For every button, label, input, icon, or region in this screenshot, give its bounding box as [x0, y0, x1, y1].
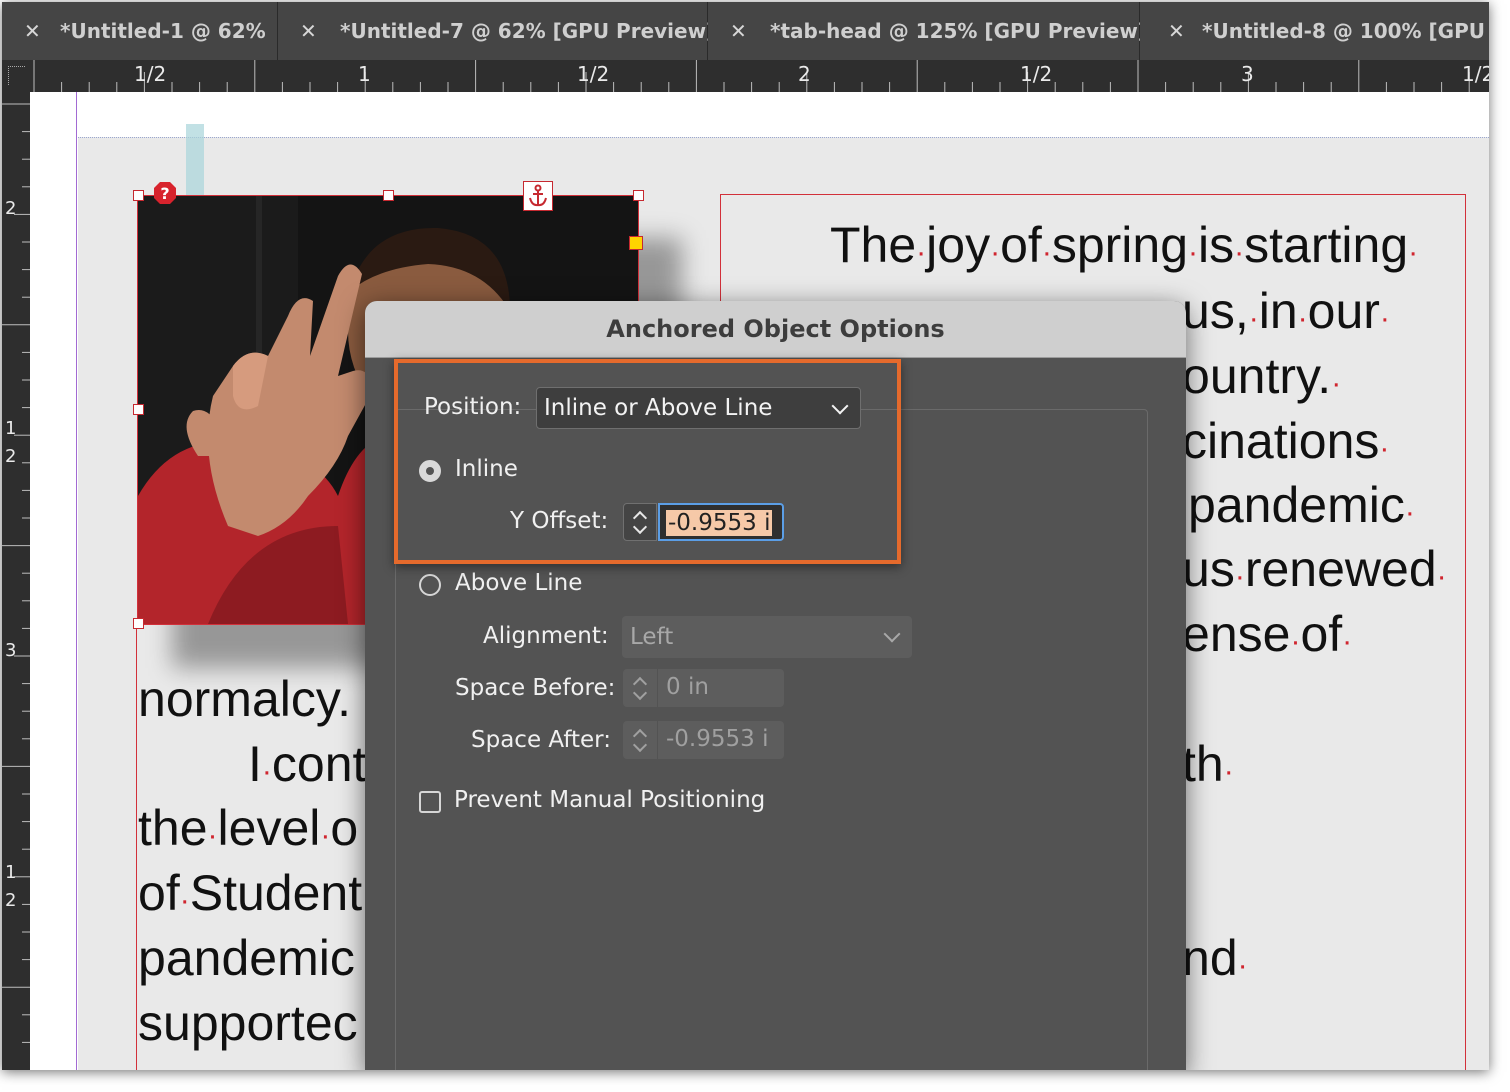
chevron-down-icon[interactable]	[632, 519, 648, 535]
close-icon[interactable]: ✕	[730, 2, 747, 60]
text-line: supportec	[138, 995, 358, 1051]
text-line: of·Student	[138, 865, 363, 921]
close-icon[interactable]: ✕	[24, 2, 41, 60]
tab-label: *tab-head @ 125% [GPU Preview]	[770, 19, 1148, 43]
inline-radio[interactable]	[419, 460, 441, 482]
ruler-label: 2	[798, 62, 811, 86]
prevent-manual-positioning-checkbox[interactable]	[419, 791, 441, 813]
text-line: pandemic	[138, 930, 355, 986]
text-line: us,·in·our·	[1182, 283, 1390, 339]
chevron-down-icon[interactable]	[632, 685, 648, 701]
document-tab[interactable]: ✕ *Untitled-1 @ 62%	[2, 2, 278, 60]
horizontal-ruler[interactable]: 1/2 1 1/2 2 1/2 3 1/2	[32, 60, 1489, 93]
space-before-label: Space Before:	[455, 675, 616, 701]
ruler-label: 1/2	[1020, 62, 1053, 86]
resize-handle[interactable]	[133, 404, 144, 415]
space-after-input[interactable]: -0.9553 i	[658, 721, 784, 759]
text-line: cinations·	[1182, 413, 1390, 469]
tab-label: *Untitled-8 @ 100% [GPU Preview]	[1202, 19, 1489, 43]
text-line: ense·of·	[1182, 606, 1353, 662]
alignment-dropdown[interactable]: Left	[622, 616, 912, 658]
ruler-label: 2	[5, 198, 17, 219]
y-offset-value: -0.9553 i	[666, 510, 773, 536]
app-window: ✕ *Untitled-1 @ 62% ✕ *Untitled-7 @ 62% …	[2, 2, 1489, 1070]
ruler-label: 1/2	[134, 62, 167, 86]
resize-handle[interactable]	[633, 190, 644, 201]
text-line: pandemic·	[1188, 477, 1415, 533]
ruler-label: 1/2	[1462, 62, 1489, 86]
document-tab[interactable]: ✕ *Untitled-7 @ 62% [GPU Preview]	[278, 2, 715, 60]
ruler-label: 3	[1241, 62, 1254, 86]
y-offset-label: Y Offset:	[510, 508, 609, 534]
live-corner-handle[interactable]	[629, 236, 643, 250]
tab-label: *Untitled-1 @ 62%	[60, 19, 266, 43]
text-line: ountry.·	[1182, 348, 1342, 404]
space-before-stepper[interactable]	[623, 669, 657, 707]
ruler-ticks	[33, 60, 1470, 92]
page-edge-guide	[76, 92, 77, 1070]
text-line: normalcy.	[138, 671, 352, 727]
space-after-label: Space After:	[471, 727, 611, 753]
resize-handle[interactable]	[383, 190, 394, 201]
document-tab[interactable]: ✕ *Untitled-8 @ 100% [GPU Preview]	[1140, 2, 1489, 60]
ruler-label: 2	[5, 890, 17, 911]
text-line: the·level·o	[138, 800, 359, 856]
ruler-origin[interactable]	[2, 60, 32, 92]
tab-label: *Untitled-7 @ 62% [GPU Preview]	[340, 19, 716, 43]
chevron-down-icon[interactable]	[632, 737, 648, 753]
resize-handle[interactable]	[133, 618, 144, 629]
space-before-input[interactable]: 0 in	[658, 669, 784, 707]
space-after-stepper[interactable]	[623, 721, 657, 759]
above-line-radio[interactable]	[419, 574, 441, 596]
anchor-icon[interactable]	[523, 181, 553, 211]
ruler-label: 1	[5, 418, 17, 439]
position-label: Position:	[424, 394, 522, 420]
alignment-dropdown-value: Left	[630, 624, 674, 650]
question-icon[interactable]: ?	[153, 181, 177, 205]
dialog-title: Anchored Object Options	[365, 301, 1186, 358]
resize-handle[interactable]	[133, 190, 144, 201]
inline-label: Inline	[455, 456, 518, 482]
y-offset-input[interactable]: -0.9553 i	[658, 503, 784, 541]
position-dropdown[interactable]: Inline or Above Line	[536, 387, 861, 429]
ruler-label: 3	[5, 640, 17, 661]
ruler-label: 1	[358, 62, 371, 86]
vertical-ruler[interactable]: 2 1 2 3 1 2	[2, 92, 31, 1070]
close-icon[interactable]: ✕	[300, 2, 317, 60]
above-line-label: Above Line	[455, 570, 583, 596]
text-line: The·joy·of·spring·is·starting·	[830, 217, 1419, 273]
text-line: th·	[1182, 736, 1234, 792]
chevron-down-icon	[883, 625, 901, 643]
ruler-label: 2	[5, 446, 17, 467]
svg-text:?: ?	[160, 184, 169, 203]
position-dropdown-value: Inline or Above Line	[544, 395, 773, 421]
text-line: I·cont	[248, 736, 367, 792]
space-before-value: 0 in	[666, 674, 709, 700]
document-tab-bar: ✕ *Untitled-1 @ 62% ✕ *Untitled-7 @ 62% …	[2, 2, 1489, 60]
y-offset-stepper[interactable]	[623, 503, 657, 541]
space-after-value: -0.9553 i	[666, 726, 769, 752]
text-line: us·renewed·	[1182, 541, 1447, 597]
close-icon[interactable]: ✕	[1168, 2, 1185, 60]
document-tab[interactable]: ✕ *tab-head @ 125% [GPU Preview]	[708, 2, 1147, 60]
alignment-label: Alignment:	[483, 623, 609, 649]
text-line: nd·	[1182, 930, 1248, 986]
ruler-ticks	[2, 103, 30, 1043]
prevent-manual-positioning-label: Prevent Manual Positioning	[454, 787, 766, 813]
ruler-label: 1/2	[577, 62, 610, 86]
chevron-down-icon	[831, 397, 849, 415]
ruler-label: 1	[5, 862, 17, 883]
anchored-object-options-dialog: Anchored Object Options Position: Inline…	[365, 301, 1186, 1070]
